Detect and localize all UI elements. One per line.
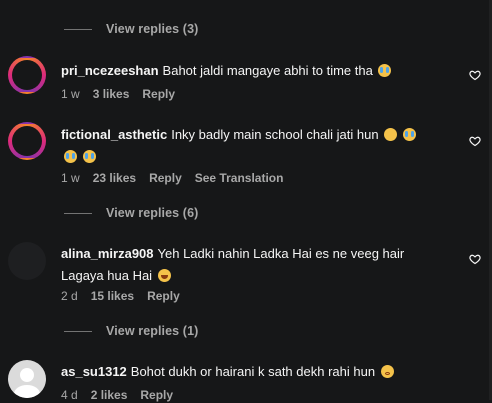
timestamp: 2 d: [61, 289, 78, 303]
reply-button[interactable]: Reply: [149, 171, 182, 185]
comment-text: as_su1312 Bohot dukh or hairani k sath de…: [61, 361, 421, 383]
see-translation-button[interactable]: See Translation: [195, 171, 284, 185]
likes-count[interactable]: 23 likes: [93, 171, 136, 185]
flushed-face-emoji-icon: [380, 365, 394, 378]
laughing-face-emoji-icon: [157, 269, 171, 282]
likes-count[interactable]: 15 likes: [91, 289, 134, 303]
heart-icon[interactable]: [469, 253, 481, 265]
crying-face-emoji-icon: [402, 128, 416, 141]
view-replies-button[interactable]: View replies (6): [64, 203, 198, 223]
crying-face-emoji-icon: [82, 150, 96, 163]
timestamp: 1 w: [61, 87, 80, 101]
reply-button[interactable]: Reply: [142, 87, 175, 101]
username[interactable]: as_su1312: [61, 364, 127, 379]
comment-meta: 4 d 2 likes Reply: [61, 387, 186, 403]
divider: [64, 28, 92, 30]
view-replies-label: View replies (1): [106, 324, 199, 338]
likes-count[interactable]: 3 likes: [93, 87, 130, 101]
comment-text: pri_ncezeeshan Bahot jaldi mangaye abhi t…: [61, 60, 421, 82]
avatar[interactable]: [8, 122, 46, 160]
view-replies-button[interactable]: View replies (1): [64, 321, 198, 341]
divider: [64, 330, 92, 332]
username[interactable]: pri_ncezeeshan: [61, 63, 159, 78]
comment-meta: 1 w 23 likes Reply See Translation: [61, 170, 296, 186]
avatar[interactable]: [8, 56, 46, 94]
view-replies-button[interactable]: View replies (3): [64, 19, 198, 39]
divider: [64, 212, 92, 214]
comment-body: Bahot jaldi mangaye abhi to time tha: [162, 63, 373, 78]
comment-text: fictional_asthetic Inky badly main school…: [61, 124, 421, 168]
heart-icon[interactable]: [469, 69, 481, 81]
username[interactable]: alina_mirza908: [61, 246, 154, 261]
default-person-icon: [14, 368, 40, 398]
crying-face-emoji-icon: [378, 64, 392, 77]
reply-button[interactable]: Reply: [147, 289, 180, 303]
comment-meta: 1 w 3 likes Reply: [61, 86, 188, 102]
avatar[interactable]: [8, 242, 46, 280]
view-replies-label: View replies (6): [106, 206, 199, 220]
comment-meta: 2 d 15 likes Reply: [61, 288, 193, 304]
timestamp: 1 w: [61, 171, 80, 185]
comment-text: alina_mirza908 Yeh Ladki nahin Ladka Hai …: [61, 243, 421, 287]
crying-face-emoji-icon: [64, 150, 77, 163]
comment-body: Inky badly main school chali jati hun: [171, 127, 379, 142]
username[interactable]: fictional_asthetic: [61, 127, 167, 142]
view-replies-label: View replies (3): [106, 22, 199, 36]
heart-icon[interactable]: [469, 135, 481, 147]
avatar[interactable]: [8, 360, 46, 398]
sad-face-emoji-icon: [384, 128, 398, 141]
comment-body: Bohot dukh or hairani k sath dekh rahi h…: [130, 364, 376, 379]
